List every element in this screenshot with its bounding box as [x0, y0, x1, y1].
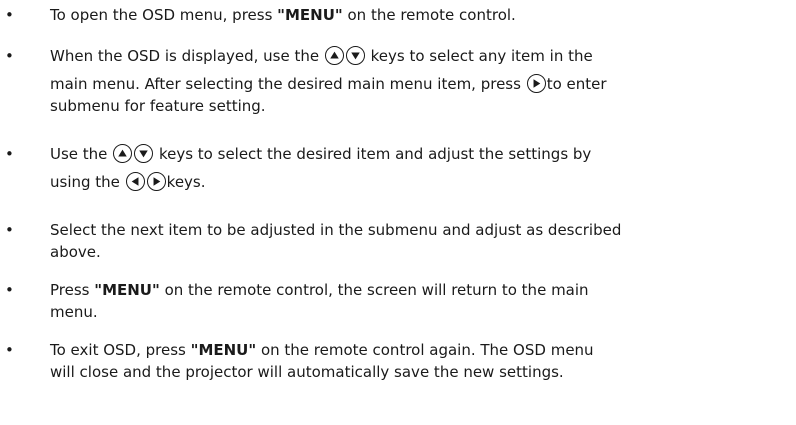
menu-keyword: "MENU" [190, 341, 257, 359]
up-arrow-key-icon [324, 45, 344, 65]
item-text: To exit OSD, press "MENU" on the remote … [50, 341, 594, 381]
menu-keyword: "MENU" [277, 6, 343, 24]
left-arrow-key-icon [125, 171, 145, 191]
item-text: Press "MENU" on the remote control, the … [50, 281, 589, 321]
item-text: To open the OSD menu, press "MENU" on th… [50, 6, 516, 24]
bullet: • [5, 145, 14, 163]
bullet: • [5, 47, 14, 65]
right-arrow-key-icon [526, 73, 546, 93]
bullet: • [5, 221, 14, 239]
down-arrow-key-icon [345, 45, 365, 65]
menu-keyword: "MENU" [94, 281, 160, 299]
down-arrow-key-icon [134, 143, 154, 163]
up-arrow-key-icon [113, 143, 133, 163]
right-arrow-key-icon [146, 171, 166, 191]
bullet: • [5, 281, 14, 299]
bullet: • [5, 341, 14, 359]
item-text: When the OSD is displayed, use the keys … [50, 45, 607, 115]
item-text: Select the next item to be adjusted in t… [50, 221, 622, 261]
osd-instructions-page: • To open the OSD menu, press "MENU" on … [0, 0, 796, 425]
bullet: • [5, 6, 14, 24]
item-text: Use the keys to select the desired item … [50, 143, 592, 191]
